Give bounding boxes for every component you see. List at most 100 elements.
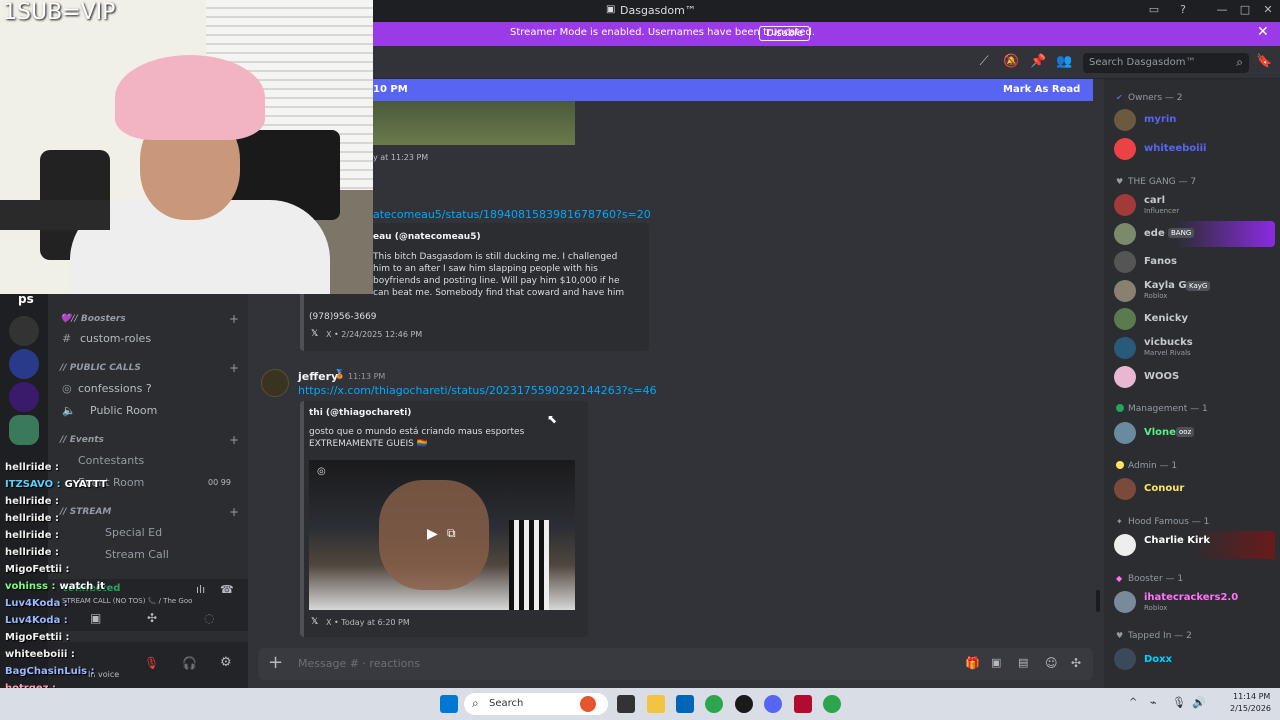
- member-name[interactable]: ede: [1144, 228, 1165, 239]
- member-name[interactable]: myrin: [1144, 114, 1176, 125]
- server-icon-active[interactable]: [9, 415, 39, 445]
- channel-custom-roles[interactable]: custom-roles: [80, 332, 151, 345]
- store-icon[interactable]: [676, 695, 694, 713]
- chrome-icon[interactable]: [705, 695, 723, 713]
- member-name[interactable]: carl: [1144, 195, 1165, 206]
- channel-confessions[interactable]: confessions ?: [78, 382, 152, 395]
- taskbar-time[interactable]: 11:14 PM: [1233, 692, 1270, 701]
- stream-chat-username: hellriide :: [5, 513, 59, 524]
- role-header-owners: Owners — 2: [1128, 93, 1183, 103]
- gift-icon[interactable]: 🎁: [965, 656, 980, 670]
- avatar[interactable]: [1114, 109, 1136, 131]
- pin-icon[interactable]: 📌: [1030, 54, 1046, 70]
- avatar[interactable]: [1114, 138, 1136, 160]
- inbox-icon[interactable]: ▭: [1146, 3, 1162, 19]
- app-icon[interactable]: [794, 695, 812, 713]
- avatar[interactable]: [1114, 534, 1136, 556]
- member-name[interactable]: Conour: [1144, 483, 1184, 494]
- server-icon[interactable]: [9, 382, 39, 412]
- message-composer[interactable]: + Message # · reactions 🎁 ▣ ▤ ☺ ✣: [258, 648, 1093, 680]
- member-name[interactable]: Doxx: [1144, 654, 1172, 665]
- play-icon[interactable]: ▶: [427, 526, 438, 542]
- network-icon[interactable]: ⌁: [1150, 696, 1157, 709]
- embed-image-thumbnail[interactable]: [373, 101, 575, 145]
- server-icon[interactable]: [9, 316, 39, 346]
- category-public-calls[interactable]: // PUBLIC CALLS: [60, 363, 141, 373]
- taskbar-search[interactable]: ⌕ Search: [464, 693, 608, 715]
- member-name[interactable]: Kayla G: [1144, 280, 1187, 291]
- member-name[interactable]: Fanos: [1144, 256, 1177, 267]
- chrome-icon[interactable]: [823, 695, 841, 713]
- maximize-button[interactable]: □: [1237, 3, 1253, 19]
- avatar[interactable]: [1114, 280, 1136, 302]
- apps-icon[interactable]: ✣: [1071, 656, 1081, 670]
- search-input[interactable]: Search Dasgasdom™ ⌕: [1083, 53, 1249, 73]
- mute-icon[interactable]: 🔕: [1003, 54, 1019, 70]
- message-username[interactable]: jeffery: [298, 370, 338, 383]
- close-window-button[interactable]: ✕: [1260, 3, 1276, 19]
- category-boosters[interactable]: 💜// Boosters: [60, 314, 126, 324]
- obs-icon[interactable]: [735, 695, 753, 713]
- disable-streamer-mode-button[interactable]: Disable: [759, 26, 811, 41]
- avatar[interactable]: [1114, 591, 1136, 613]
- member-name[interactable]: Kenicky: [1144, 313, 1188, 324]
- microphone-icon[interactable]: 🎙: [1172, 696, 1186, 709]
- member-list: ✔ Owners — 2 myrin whiteeboiii ♥ THE GAN…: [1104, 79, 1280, 688]
- volume-icon[interactable]: 🔊: [1192, 696, 1206, 709]
- avatar[interactable]: [1114, 194, 1136, 216]
- embed-video[interactable]: ◎ ▶ ⧉: [309, 460, 575, 610]
- screen-share-icon[interactable]: ◌: [204, 611, 214, 625]
- message-link[interactable]: https://x.com/thiagochareti/status/20231…: [298, 384, 657, 397]
- members-icon[interactable]: 👥: [1056, 54, 1072, 70]
- member-name[interactable]: whiteeboiii: [1144, 143, 1206, 154]
- member-name[interactable]: vicbucks: [1144, 337, 1193, 348]
- avatar[interactable]: [1114, 251, 1136, 273]
- sticker-icon[interactable]: ▤: [1018, 656, 1028, 669]
- open-external-icon[interactable]: ⧉: [447, 526, 456, 541]
- search-highlight-icon: [580, 696, 596, 712]
- mark-as-read-button[interactable]: Mark As Read: [1003, 84, 1080, 95]
- avatar[interactable]: [1114, 308, 1136, 330]
- windows-start-icon[interactable]: [440, 695, 458, 713]
- message-link[interactable]: atecomeau5/status/1894081583981678760?s=…: [373, 208, 651, 221]
- taskbar-date[interactable]: 2/15/2026: [1230, 704, 1271, 713]
- avatar[interactable]: [1114, 648, 1136, 670]
- avatar[interactable]: [1114, 422, 1136, 444]
- gif-icon[interactable]: ▣: [991, 656, 1001, 669]
- help-icon[interactable]: ?: [1175, 3, 1191, 19]
- avatar[interactable]: [1114, 478, 1136, 500]
- tray-chevron-icon[interactable]: ^: [1129, 697, 1137, 708]
- emoji-icon[interactable]: ☺: [1045, 656, 1058, 670]
- close-banner-icon[interactable]: ✕: [1257, 24, 1269, 40]
- server-name[interactable]: ps: [18, 292, 34, 306]
- settings-gear-icon[interactable]: ⚙: [220, 655, 232, 670]
- inbox-icon[interactable]: 🔖: [1256, 54, 1272, 70]
- add-channel-icon[interactable]: +: [229, 312, 239, 326]
- category-events[interactable]: // Events: [60, 435, 104, 445]
- member-name[interactable]: WOOS: [1144, 371, 1179, 382]
- avatar[interactable]: [261, 369, 289, 397]
- avatar[interactable]: [1114, 337, 1136, 359]
- member-name[interactable]: ihatecrackers2.0: [1144, 592, 1238, 603]
- embed-author[interactable]: thi (@thiagochareti): [309, 408, 411, 418]
- server-icon[interactable]: [9, 349, 39, 379]
- discord-icon[interactable]: [764, 695, 782, 713]
- avatar[interactable]: [1114, 366, 1136, 388]
- embed-author[interactable]: eau (@natecomeau5): [373, 232, 481, 242]
- file-explorer-icon[interactable]: [647, 695, 665, 713]
- threads-icon[interactable]: ⟋: [976, 54, 992, 70]
- add-channel-icon[interactable]: +: [229, 433, 239, 447]
- member-name[interactable]: Charlie Kirk: [1144, 535, 1210, 546]
- disconnect-icon[interactable]: ☎: [220, 583, 234, 596]
- member-name[interactable]: Vlone: [1144, 427, 1176, 438]
- chat-scrollbar[interactable]: [1096, 590, 1100, 612]
- add-channel-icon[interactable]: +: [229, 361, 239, 375]
- add-attachment-icon[interactable]: +: [268, 652, 283, 673]
- new-messages-bar[interactable]: 10 PM Mark As Read: [373, 79, 1093, 101]
- member-tag: BANG: [1168, 228, 1195, 238]
- add-channel-icon[interactable]: +: [229, 505, 239, 519]
- task-view-icon[interactable]: [617, 695, 635, 713]
- minimize-button[interactable]: —: [1214, 3, 1230, 19]
- avatar[interactable]: [1114, 223, 1136, 245]
- channel-public-room[interactable]: Public Room: [90, 404, 157, 417]
